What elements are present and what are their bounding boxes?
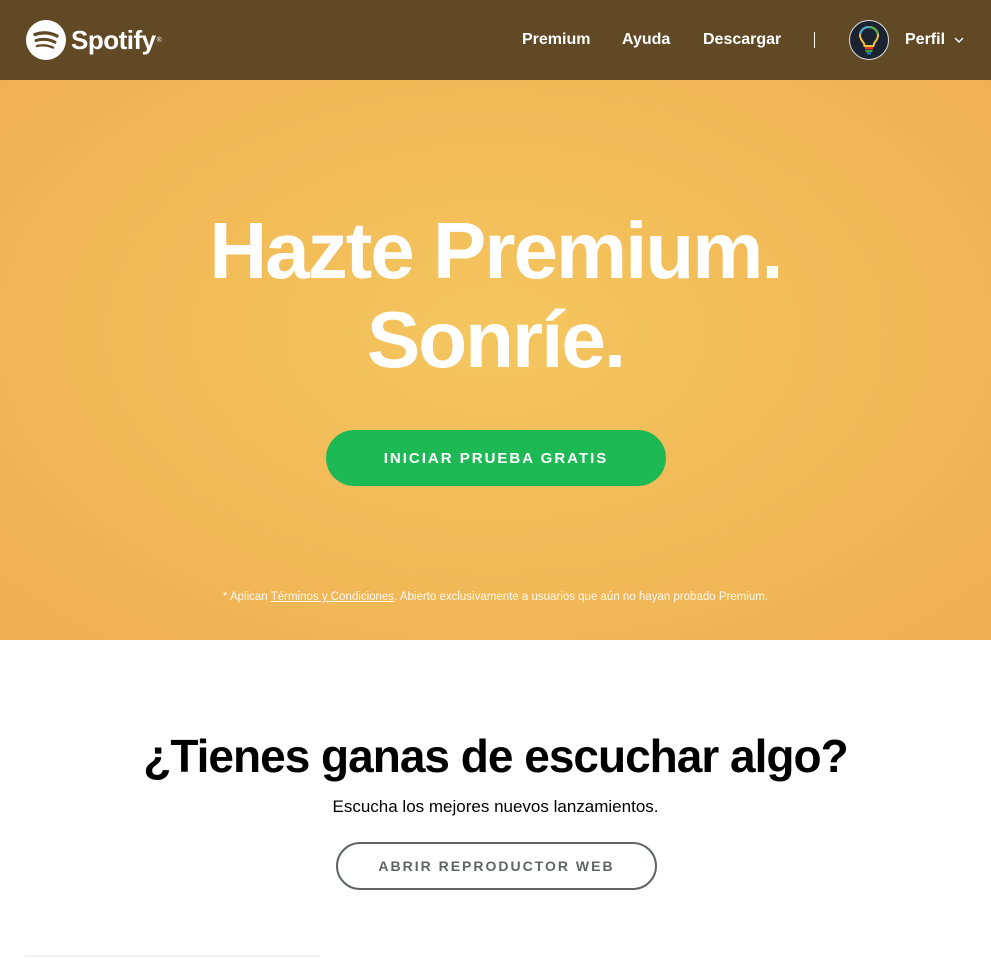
- bottom-divider: [25, 955, 320, 957]
- chevron-down-icon[interactable]: [953, 34, 965, 46]
- hero-title-line1: Hazte Premium.: [209, 206, 783, 295]
- nav-premium-link[interactable]: Premium: [522, 30, 590, 50]
- nav-help-link[interactable]: Ayuda: [622, 30, 670, 50]
- terms-disclaimer: * Aplican Términos y Condiciones. Abiert…: [0, 591, 991, 603]
- logo-wordmark: Spotify: [71, 24, 156, 55]
- terms-link[interactable]: Términos y Condiciones: [271, 591, 394, 603]
- nav-divider: [814, 32, 815, 48]
- logo-registered-mark: ®: [156, 36, 162, 44]
- start-free-trial-button[interactable]: INICIAR PRUEBA GRATIS: [326, 430, 666, 486]
- spotify-logo[interactable]: Spotify ®: [26, 20, 162, 60]
- spotify-logo-icon: [26, 20, 66, 60]
- hero-section: Hazte Premium. Sonríe. INICIAR PRUEBA GR…: [0, 80, 991, 640]
- disclaimer-suffix: . Abierto exclusivamente a usuarios que …: [394, 591, 769, 603]
- section-title: ¿Tienes ganas de escuchar algo?: [143, 730, 848, 782]
- section-subtitle: Escucha los mejores nuevos lanzamientos.: [332, 797, 659, 816]
- lightbulb-avatar-icon: [858, 25, 880, 55]
- open-web-player-button[interactable]: ABRIR REPRODUCTOR WEB: [336, 842, 657, 890]
- disclaimer-prefix: * Aplican: [222, 591, 271, 603]
- hero-title-line2: Sonríe.: [366, 295, 626, 384]
- nav-download-link[interactable]: Descargar: [703, 30, 781, 50]
- top-navbar: Spotify ® Premium Ayuda Descargar Perfil: [0, 0, 991, 80]
- profile-avatar[interactable]: [849, 20, 889, 60]
- nav-profile-label[interactable]: Perfil: [905, 30, 945, 50]
